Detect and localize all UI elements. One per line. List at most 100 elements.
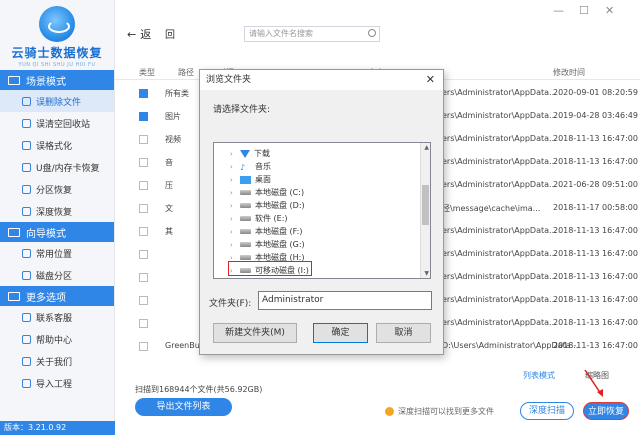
- sidebar-item-usb[interactable]: U盘/内存卡恢复: [0, 156, 114, 178]
- row-date: 2018-11-13 16:47:00: [553, 249, 638, 258]
- info-icon: [22, 356, 31, 366]
- support-icon: [22, 312, 31, 322]
- section-wizard-mode: 向导模式: [0, 222, 114, 242]
- tree-item-music[interactable]: › ♪ 音乐: [214, 160, 271, 173]
- recover-now-button[interactable]: 立即恢复: [583, 402, 629, 420]
- file-icon: [22, 96, 31, 106]
- row-checkbox[interactable]: [139, 204, 148, 213]
- row-name: 压: [165, 181, 173, 190]
- row-path: ers\Administrator\AppData...: [442, 111, 557, 120]
- red-arrow-annotation: [584, 369, 603, 397]
- row-path: ers\Administrator\AppData...: [442, 295, 557, 304]
- row-checkbox[interactable]: [139, 319, 148, 328]
- drive-icon: [240, 203, 251, 208]
- import-icon: [22, 378, 31, 388]
- sidebar-item-deep[interactable]: 深度恢复: [0, 200, 114, 222]
- col-modified[interactable]: 修改时间: [553, 67, 585, 78]
- folder-input[interactable]: Administrator: [258, 291, 432, 310]
- row-checkbox[interactable]: [139, 135, 148, 144]
- home-button[interactable]: 回: [165, 26, 175, 41]
- logo: 云骑士数据恢复 YUN QI SHI SHU JU HUI FU: [0, 0, 114, 70]
- maximize-icon[interactable]: ☐: [579, 4, 589, 17]
- chevron-right-icon: ›: [230, 240, 233, 249]
- sidebar-item-help[interactable]: 帮助中心: [0, 328, 114, 350]
- ok-button[interactable]: 确定: [313, 323, 368, 343]
- row-date: 2018-11-13 16:47:00: [553, 226, 638, 235]
- help-icon: [22, 334, 31, 344]
- sidebar-item-deleted-files[interactable]: 误删除文件: [0, 90, 114, 112]
- drive-icon: [240, 216, 251, 221]
- tree-scrollbar[interactable]: ▲ ▼: [420, 143, 430, 278]
- row-path: ers\Administrator\AppData...: [442, 318, 557, 327]
- scroll-down-icon[interactable]: ▼: [424, 270, 429, 277]
- desktop-icon: [240, 175, 251, 184]
- row-date: 2018-11-13 16:47:00: [553, 157, 638, 166]
- row-path: ers\Administrator\AppData...: [442, 157, 557, 166]
- minimize-icon[interactable]: —: [553, 4, 564, 17]
- section-scene-mode: 场景模式: [0, 70, 114, 90]
- tree-item-desktop[interactable]: › 桌面: [214, 173, 271, 186]
- arrow-left-icon: ←: [127, 27, 137, 41]
- export-list-button[interactable]: 导出文件列表: [135, 398, 232, 416]
- warning-icon: [385, 407, 394, 416]
- row-name: 图片: [165, 112, 181, 121]
- menu-icon: [8, 291, 20, 301]
- back-button[interactable]: ← 返: [127, 26, 151, 42]
- logo-subtitle: YUN QI SHI SHU JU HUI FU: [18, 62, 96, 68]
- dialog-title-bar: 浏览文件夹 ✕: [200, 70, 443, 90]
- tree-item-drive-e[interactable]: › 软件 (E:): [214, 212, 288, 225]
- highlight-box-annotation: [228, 261, 312, 276]
- row-checkbox[interactable]: [139, 112, 148, 121]
- row-checkbox[interactable]: [139, 296, 148, 305]
- logo-icon: [39, 6, 75, 42]
- section-more-options: 更多选项: [0, 286, 114, 306]
- row-checkbox[interactable]: [139, 89, 148, 98]
- sidebar-item-common-locations[interactable]: 常用位置: [0, 242, 114, 264]
- tree-item-downloads[interactable]: › 下载: [214, 147, 270, 160]
- scroll-up-icon[interactable]: ▲: [424, 144, 429, 151]
- sidebar-item-format[interactable]: 误格式化: [0, 134, 114, 156]
- row-name: 视频: [165, 135, 181, 144]
- row-checkbox[interactable]: [139, 158, 148, 167]
- row-path: 径\message\cache\ima...: [442, 204, 541, 213]
- deep-scan-button[interactable]: 深度扫描: [520, 402, 574, 420]
- col-type[interactable]: 类型: [139, 67, 155, 78]
- sidebar-item-disk-partition[interactable]: 磁盘分区: [0, 264, 114, 286]
- search-icon[interactable]: [368, 29, 376, 37]
- row-date: 2018-11-17 00:58:00: [553, 203, 638, 212]
- row-checkbox[interactable]: [139, 227, 148, 236]
- sidebar-item-import[interactable]: 导入工程: [0, 372, 114, 394]
- chevron-right-icon: ›: [230, 227, 233, 236]
- folder-tree[interactable]: › 下载 › ♪ 音乐 › 桌面 › 本地磁盘 (C:) › 本地磁盘 (D:) › 软件 (…: [213, 142, 431, 279]
- row-checkbox[interactable]: [139, 250, 148, 259]
- scroll-thumb[interactable]: [422, 185, 429, 225]
- monitor-icon: [8, 75, 20, 85]
- close-icon[interactable]: ✕: [426, 70, 435, 90]
- trash-icon: [22, 118, 31, 128]
- tree-item-drive-d[interactable]: › 本地磁盘 (D:): [214, 199, 305, 212]
- version-label: 版本：3.21.0.92: [0, 421, 115, 435]
- sidebar-item-partition[interactable]: 分区恢复: [0, 178, 114, 200]
- tree-item-drive-f[interactable]: › 本地磁盘 (F:): [214, 225, 302, 238]
- new-folder-button[interactable]: 新建文件夹(M): [213, 323, 297, 343]
- sidebar-item-recycle-bin[interactable]: 误清空回收站: [0, 112, 114, 134]
- row-date: 2018-11-13 16:47:00: [553, 272, 638, 281]
- drive-icon: [240, 242, 251, 247]
- usb-icon: [22, 162, 31, 172]
- tree-item-drive-g[interactable]: › 本地磁盘 (G:): [214, 238, 305, 251]
- sidebar-item-contact[interactable]: 联系客服: [0, 306, 114, 328]
- row-checkbox[interactable]: [139, 273, 148, 282]
- row-date: 2018-11-13 16:47:00: [553, 295, 638, 304]
- section-title: 场景模式: [26, 76, 66, 88]
- search-input[interactable]: 请输入文件名搜索: [244, 26, 380, 42]
- close-icon[interactable]: ✕: [605, 4, 614, 17]
- col-path[interactable]: 路径: [178, 67, 194, 78]
- row-checkbox[interactable]: [139, 181, 148, 190]
- row-checkbox[interactable]: [139, 342, 148, 351]
- cancel-button[interactable]: 取消: [376, 323, 431, 343]
- folder-label: 文件夹(F):: [209, 299, 252, 309]
- tree-item-drive-c[interactable]: › 本地磁盘 (C:): [214, 186, 304, 199]
- list-mode-toggle[interactable]: 列表模式: [523, 370, 555, 381]
- chevron-right-icon: ›: [230, 149, 233, 158]
- sidebar-item-about[interactable]: 关于我们: [0, 350, 114, 372]
